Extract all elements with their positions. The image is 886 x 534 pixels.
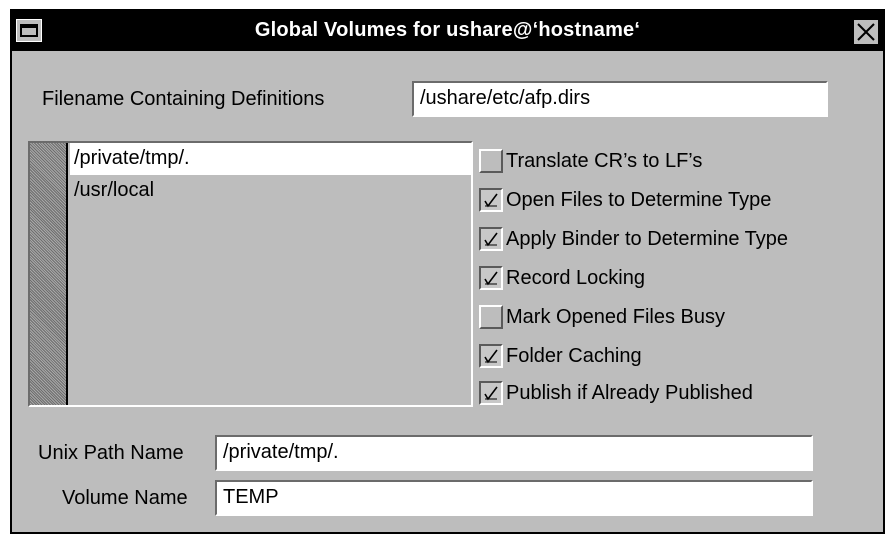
checkmark-icon[interactable] (479, 266, 503, 290)
option-translate-cr-lf[interactable]: Translate CR’s to LF’s (479, 145, 702, 177)
volume-list[interactable]: /private/tmp/. /usr/local (28, 141, 473, 407)
volume-name-field[interactable]: TEMP (215, 480, 813, 516)
volume-name-label: Volume Name (62, 487, 188, 509)
volume-list-item[interactable]: /private/tmp/. (70, 143, 471, 175)
option-label: Translate CR’s to LF’s (506, 149, 703, 172)
checkmark-icon[interactable] (479, 381, 503, 405)
option-label: Folder Caching (506, 344, 642, 367)
definitions-file-field[interactable]: /ushare/etc/afp.dirs (412, 81, 828, 117)
volume-list-scrollbar[interactable] (30, 143, 68, 405)
option-label: Mark Opened Files Busy (506, 305, 725, 328)
global-volumes-window: Global Volumes for ushare@‘hostname‘ Fil… (10, 9, 885, 534)
unix-path-field[interactable]: /private/tmp/. (215, 435, 813, 471)
option-label: Apply Binder to Determine Type (506, 227, 789, 250)
unix-path-label: Unix Path Name (38, 442, 184, 464)
checkmark-icon[interactable] (479, 188, 503, 212)
checkbox-unchecked-icon[interactable] (479, 149, 503, 173)
close-icon[interactable] (853, 19, 879, 45)
checkmark-icon[interactable] (479, 344, 503, 368)
option-open-files-type[interactable]: Open Files to Determine Type (479, 184, 771, 216)
option-apply-binder[interactable]: Apply Binder to Determine Type (479, 223, 788, 255)
option-label: Publish if Already Published (506, 381, 753, 404)
definitions-label: Filename Containing Definitions (42, 88, 325, 110)
option-mark-busy[interactable]: Mark Opened Files Busy (479, 301, 725, 333)
option-folder-caching[interactable]: Folder Caching (479, 340, 642, 372)
option-publish-if-published[interactable]: Publish if Already Published (479, 377, 753, 409)
option-record-locking[interactable]: Record Locking (479, 262, 645, 294)
option-label: Record Locking (506, 266, 645, 289)
title-bar[interactable]: Global Volumes for ushare@‘hostname‘ (12, 11, 883, 51)
option-label: Open Files to Determine Type (506, 188, 772, 211)
checkmark-icon[interactable] (479, 227, 503, 251)
checkbox-unchecked-icon[interactable] (479, 305, 503, 329)
window-title: Global Volumes for ushare@‘hostname‘ (254, 19, 641, 41)
volume-list-item[interactable]: /usr/local (70, 175, 471, 207)
